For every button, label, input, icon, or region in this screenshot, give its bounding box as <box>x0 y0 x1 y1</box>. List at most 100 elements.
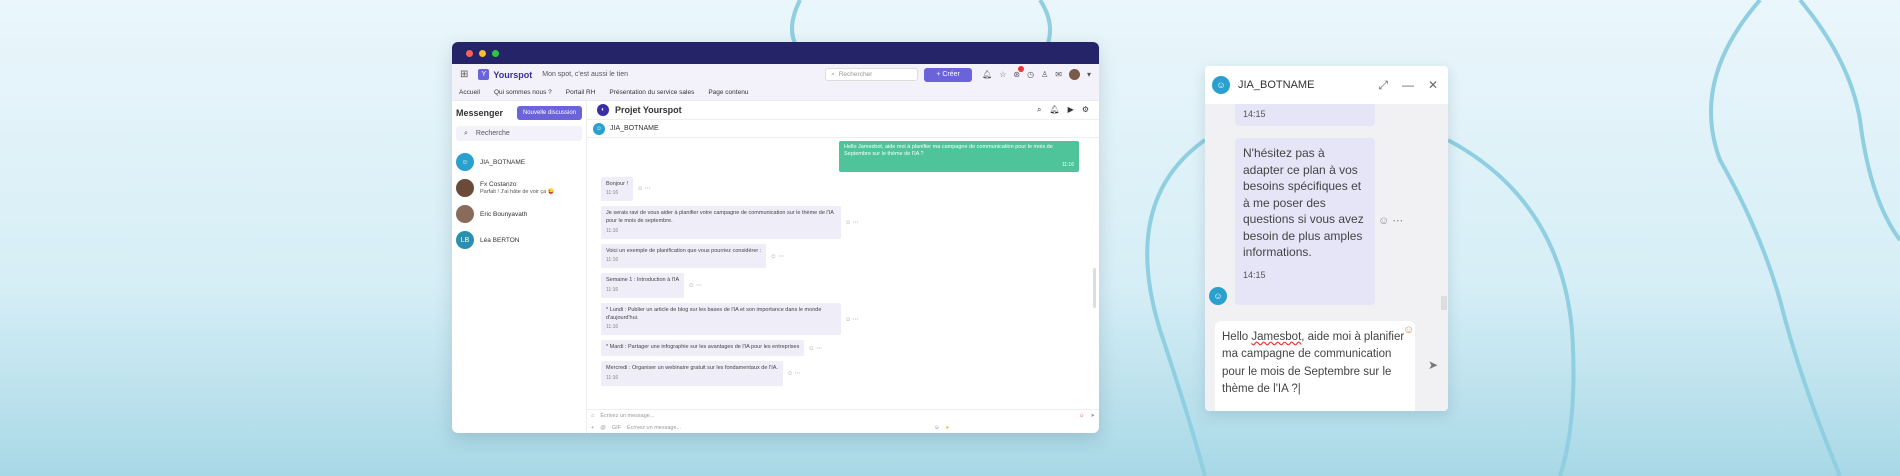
gif-button[interactable]: GIF <box>612 425 621 431</box>
maximize-window-button[interactable] <box>492 49 499 57</box>
nav-item-qui-sommes-nous[interactable]: Qui sommes nous ? <box>494 89 552 96</box>
message-time: 14:15 <box>1243 109 1266 119</box>
contact-item[interactable]: Eric Bounyavath <box>456 201 582 227</box>
emoji-icon[interactable]: ☺ <box>934 425 940 431</box>
message-time: 11:16 <box>1061 161 1074 168</box>
expand-icon[interactable]: ⤢ <box>1378 78 1388 93</box>
yourspot-logo: Y <box>478 69 490 80</box>
attach-icon[interactable]: ⌂ <box>591 413 594 419</box>
new-discussion-button[interactable]: Nouvelle discussion <box>516 106 582 120</box>
message-time: 11:16 <box>606 287 619 294</box>
project-icon: ◐ <box>597 104 609 116</box>
slogan: Mon spot, c'est aussi le tien <box>542 71 629 78</box>
window-titlebar <box>452 42 1099 64</box>
minimize-icon[interactable]: — <box>1402 78 1414 93</box>
create-button[interactable]: + Créer <box>924 67 973 82</box>
contact-name: Eric Bounyavath <box>480 210 528 218</box>
emoji-icon[interactable]: ☺ <box>1079 413 1085 419</box>
my-message: Hello Jamesbot, aide moi à planifier ma … <box>839 141 1079 172</box>
input-text: Hello <box>1222 331 1252 343</box>
message-input-bar: ⌂ Écrivez un message... ☺ ➤ + @ GIF Écrivez un… <box>587 409 1099 433</box>
bot-avatar-icon: ☺ <box>593 122 605 135</box>
scrollbar[interactable] <box>1093 268 1096 308</box>
input-text: Jamesbot <box>1251 331 1302 343</box>
message-text: Mercredi : Organiser un webinaire gratui… <box>606 365 778 372</box>
search-icon[interactable]: ⌕ <box>1037 105 1041 115</box>
message-text: * Mardi : Partager une infographie sur l… <box>606 344 800 351</box>
bot-avatar-icon: ☺ <box>1212 76 1230 94</box>
contact-item[interactable]: LB Léa BERTON <box>456 227 582 253</box>
avatar <box>456 205 474 223</box>
message-actions-icon[interactable]: ☺ ⋯ <box>845 316 859 323</box>
add-icon[interactable]: + <box>591 425 594 431</box>
avatar <box>456 179 474 197</box>
nav-item-portail-rh[interactable]: Portail RH <box>566 89 596 96</box>
nav-item-accueil[interactable]: Accueil <box>459 89 480 96</box>
top-bar: ⊞ Y Yourspot Mon spot, c'est aussi le ti… <box>452 64 1099 85</box>
bot-message: Bonjour ! 11:16 <box>601 176 634 202</box>
bot-message: * Lundi : Publier un article de blog sur… <box>601 303 841 336</box>
search-input[interactable]: ⌕ Rechercher <box>825 68 919 81</box>
user-icon[interactable]: ♙ <box>1041 70 1048 79</box>
clock-icon[interactable]: ◷ <box>1027 70 1034 79</box>
send-icon[interactable]: ➤ <box>1428 358 1438 372</box>
apps-grid-icon[interactable]: ⊞ <box>460 69 468 80</box>
chevron-down-icon[interactable]: ▾ <box>1087 70 1091 79</box>
bot-message: * Mardi : Partager une infographie sur l… <box>601 340 805 357</box>
star-icon[interactable]: ☆ <box>999 70 1006 79</box>
nav-bar: Accueil Qui sommes nous ? Portail RH Pré… <box>452 85 1099 101</box>
chat-icon[interactable]: ✉ <box>1055 70 1062 79</box>
contact-last-message: Parfait ! J'ai hâte de voir ça 😜 <box>480 189 555 195</box>
widget-message-input[interactable]: Hello Jamesbot, aide moi à planifier ma … <box>1215 321 1415 411</box>
app-window: ⊞ Y Yourspot Mon spot, c'est aussi le ti… <box>452 42 1099 433</box>
bot-avatar-icon: ☺ <box>456 153 474 171</box>
message-list[interactable]: Hello Jamesbot, aide moi à planifier ma … <box>587 138 1099 409</box>
contact-name: Léa BERTON <box>480 236 520 244</box>
brand-name[interactable]: Yourspot <box>493 70 532 80</box>
avatar[interactable] <box>1068 69 1080 80</box>
message-text: N'hésitez pas à adapter ce plan à vos be… <box>1243 146 1364 260</box>
bell-icon[interactable]: 🔔︎ <box>982 70 992 79</box>
message-actions-icon[interactable]: ☺ ⋯ <box>845 219 859 226</box>
contact-item[interactable]: Fx Costanzo Parfait ! J'ai hâte de voir ç… <box>456 175 582 201</box>
video-icon[interactable]: ▶ <box>1068 105 1074 115</box>
contact-name: JIA_BOTNAME <box>480 158 526 166</box>
message-input[interactable]: Écrivez un message... <box>600 413 654 419</box>
message-actions-icon[interactable]: ☺ ⋯ <box>787 370 801 377</box>
message-actions-icon[interactable]: ☺ ⋯ <box>688 282 702 289</box>
message-actions-icon[interactable]: ☺ ⋯ <box>808 345 822 352</box>
message-time: 11:16 <box>606 374 619 381</box>
messenger-sidebar: Messenger Nouvelle discussion ⌕ Recherch… <box>452 101 587 433</box>
widget-bot-name: JIA_BOTNAME <box>1238 79 1315 91</box>
messenger-search-input[interactable]: ⌕ Recherche <box>456 126 582 141</box>
send-icon[interactable]: ➤ <box>1090 413 1099 419</box>
bot-message: N'hésitez pas à adapter ce plan à vos be… <box>1235 138 1375 305</box>
conversation-title: Projet Yourspot <box>615 105 682 115</box>
message-actions-icon[interactable]: ☺ ⋯ <box>637 185 651 192</box>
bot-message: Je serais ravi de vous aider à planifier… <box>601 206 841 239</box>
message-actions-icon[interactable]: ☺ ⋯ <box>770 253 784 260</box>
minimize-window-button[interactable] <box>479 49 486 57</box>
message-actions-icon[interactable]: ☺ ⋯ <box>1378 214 1403 227</box>
bot-name: JIA_BOTNAME <box>610 125 659 132</box>
notifications-icon[interactable]: ⊛ <box>1013 66 1024 79</box>
emoji-icon[interactable]: ☺ <box>1403 324 1414 336</box>
bot-message: Mercredi : Organiser un webinaire gratui… <box>601 361 783 386</box>
message-input-secondary[interactable]: Écrivez un message... <box>627 425 681 431</box>
bell-icon[interactable]: 🔔︎ <box>1050 105 1060 115</box>
bot-avatar-icon: ☺ <box>1209 287 1227 305</box>
search-icon: ⌕ <box>831 70 835 78</box>
nav-item-page-contenu[interactable]: Page contenu <box>708 89 748 96</box>
scrollbar[interactable] <box>1441 296 1447 310</box>
mention-icon[interactable]: @ <box>600 425 606 431</box>
contact-item[interactable]: ☺ JIA_BOTNAME <box>456 149 582 175</box>
thumbs-up-icon[interactable]: ● <box>946 425 1099 431</box>
nav-item-presentation-sales[interactable]: Présentation du service sales <box>609 89 694 96</box>
avatar: LB <box>456 231 474 249</box>
close-window-button[interactable] <box>466 49 473 57</box>
search-icon: ⌕ <box>464 129 468 137</box>
bot-message: Voici un exemple de planification que vo… <box>601 243 767 269</box>
search-placeholder: Rechercher <box>838 71 873 78</box>
gear-icon[interactable]: ⚙ <box>1082 105 1089 115</box>
close-icon[interactable]: ✕ <box>1428 78 1438 93</box>
